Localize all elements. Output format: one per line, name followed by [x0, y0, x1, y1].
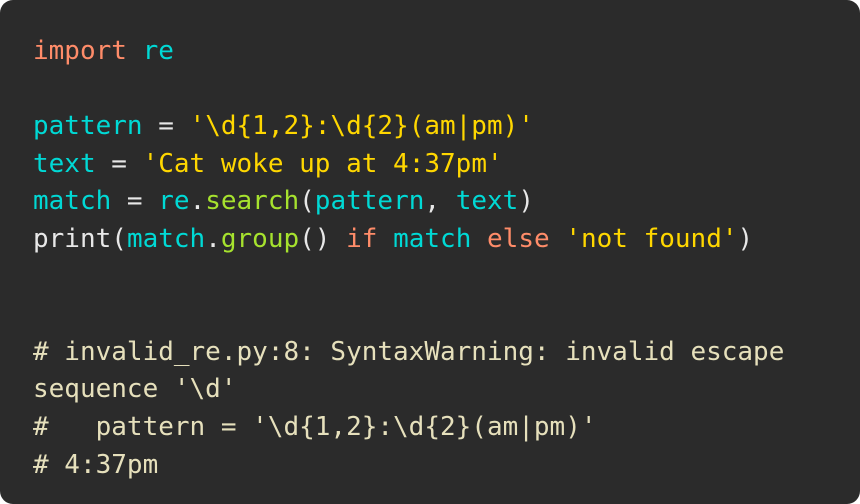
line-blank-2	[33, 259, 838, 297]
token-name: re	[142, 36, 174, 66]
line-comment-warning: # invalid_re.py:8: SyntaxWarning: invali…	[33, 334, 838, 409]
token-punct: )	[737, 223, 754, 254]
token-name: re	[158, 186, 190, 217]
token-punct	[471, 224, 487, 254]
token-name: text	[33, 148, 96, 179]
line-print: print(match.group() if match else 'not f…	[33, 221, 838, 259]
code-block-card: import re pattern = '\d{1,2}:\d{2}(am|pm…	[0, 0, 860, 504]
line-text: text = 'Cat woke up at 4:37pm'	[33, 146, 838, 184]
code-content[interactable]: import re pattern = '\d{1,2}:\d{2}(am|pm…	[33, 33, 838, 484]
token-punct	[377, 224, 393, 254]
token-punct: =	[95, 148, 143, 179]
line-comment-output: # 4:37pm	[33, 447, 838, 485]
token-name: pattern	[314, 186, 425, 217]
token-builtin: print	[33, 223, 112, 254]
token-string: '\d{1,2}:\d{2}(am|pm)'	[189, 111, 534, 142]
token-keyword: else	[487, 223, 550, 254]
token-name: pattern	[33, 111, 143, 142]
token-punct	[550, 224, 566, 254]
token-method: group	[220, 223, 300, 254]
token-punct: .	[205, 223, 221, 254]
token-punct: =	[142, 111, 190, 142]
token-punct: ,	[424, 186, 456, 217]
token-name: text	[455, 186, 519, 217]
token-punct	[127, 36, 143, 66]
token-punct: )	[518, 186, 534, 217]
line-import: import re	[33, 33, 838, 71]
token-keyword: if	[346, 223, 378, 254]
token-punct: (	[299, 186, 315, 217]
token-comment: # invalid_re.py:8: SyntaxWarning: invali…	[33, 336, 801, 405]
token-string: 'Cat woke up at 4:37pm'	[142, 148, 503, 179]
token-comment: # pattern = '\d{1,2}:\d{2}(am|pm)'	[33, 411, 597, 442]
line-blank-3	[33, 296, 838, 334]
line-match: match = re.search(pattern, text)	[33, 183, 838, 221]
token-string: 'not found'	[565, 223, 738, 254]
token-comment: # 4:37pm	[33, 449, 159, 480]
token-punct: .	[189, 186, 206, 217]
line-comment-source: # pattern = '\d{1,2}:\d{2}(am|pm)'	[33, 409, 838, 447]
token-method: search	[205, 186, 300, 217]
line-blank-1	[33, 71, 838, 109]
token-keyword: import	[33, 36, 127, 66]
token-punct: =	[111, 186, 159, 217]
token-name: match	[33, 186, 112, 217]
token-name: match	[393, 223, 472, 254]
token-punct: (	[111, 223, 127, 254]
token-punct: ()	[299, 223, 347, 254]
token-name: match	[126, 223, 206, 254]
line-pattern: pattern = '\d{1,2}:\d{2}(am|pm)'	[33, 108, 838, 146]
